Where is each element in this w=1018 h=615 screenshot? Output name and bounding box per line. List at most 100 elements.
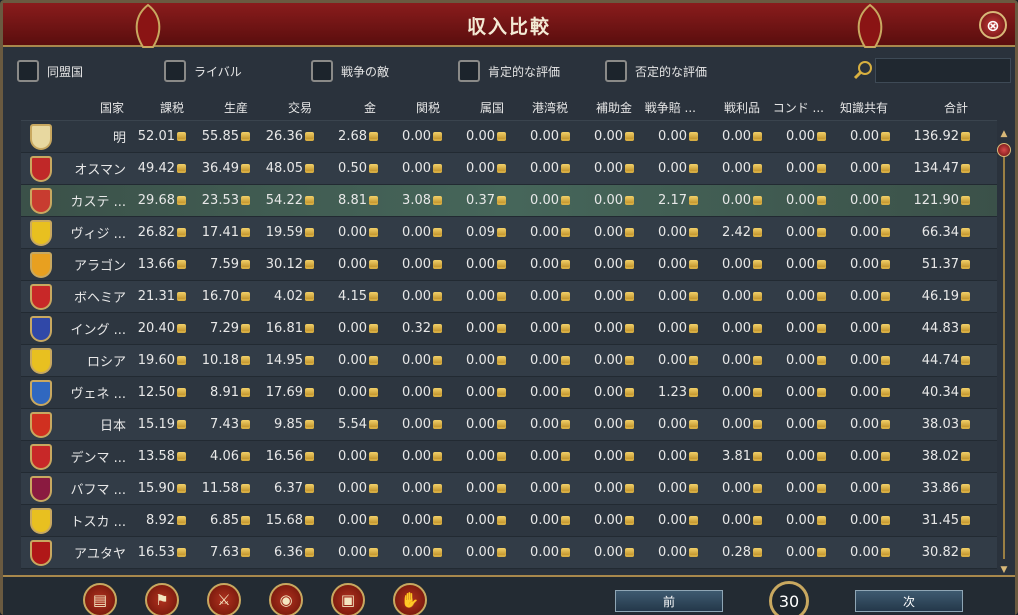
filter-negative-opinion[interactable]: 否定的な評価 [605,57,752,85]
filter-rivals[interactable]: ライバル [164,57,311,85]
income-value-cell: 0.00 [378,481,442,496]
scroll-down-icon[interactable]: ▼ [998,565,1010,575]
country-flag-icon[interactable] [30,283,52,310]
flag-cell [21,379,61,406]
table-row[interactable]: 日本 15.19 7.43 9.85 5.54 0.00 0.00 0.00 0.00 0.00 0… [21,409,997,441]
header-condottieri[interactable]: コンド ... [762,99,826,116]
income-value: 0.00 [658,289,687,304]
income-value-cell: 44.83 [890,321,970,336]
income-value-cell: 9.85 [250,417,314,432]
country-flag-icon[interactable] [30,315,52,342]
country-flag-icon[interactable] [30,379,52,406]
table-row[interactable]: イング ... 20.40 7.29 16.81 0.00 0.32 0.00 0.00 0.0… [21,313,997,345]
header-war-reparations[interactable]: 戦争賠 ... [634,99,698,116]
income-button[interactable]: ◉ [269,583,303,615]
income-value: 11.58 [201,481,239,496]
chest-button[interactable]: ▣ [331,583,365,615]
ducat-icon [177,196,186,205]
filter-label: 肯定的な評価 [488,64,561,79]
country-flag-icon[interactable] [30,443,52,470]
scroll-up-icon[interactable]: ▲ [998,129,1010,139]
negative-opinion-checkbox[interactable] [605,60,627,82]
table-row[interactable]: ヴェネ ... 12.50 8.91 17.69 0.00 0.00 0.00 0.00 0.0… [21,377,997,409]
table-row[interactable]: バフマ ... 15.90 11.58 6.37 0.00 0.00 0.00 0.00 0.0… [21,473,997,505]
income-value-cell: 49.42 [126,161,186,176]
search-input[interactable] [875,58,1011,83]
header-gold[interactable]: 金 [314,99,378,116]
filter-war-enemies[interactable]: 戦争の敵 [311,57,458,85]
war-enemies-checkbox[interactable] [311,60,333,82]
flag-cell [21,411,61,438]
table-row[interactable]: オスマン 49.42 36.49 48.05 0.50 0.00 0.00 0.00 0.00 0… [21,153,997,185]
income-value: 0.00 [594,161,623,176]
diplomacy-button[interactable]: ✋ [393,583,427,615]
income-value: 0.00 [658,161,687,176]
ducat-icon [753,132,762,141]
flag-icon: ⚑ [155,591,169,609]
scrollbar[interactable]: ▲ ▼ [997,129,1011,575]
rivals-checkbox[interactable] [164,60,186,82]
country-flag-icon[interactable] [30,187,52,214]
country-flag-icon[interactable] [30,539,52,566]
income-value-cell: 51.37 [890,257,970,272]
header-subsidies[interactable]: 補助金 [570,99,634,116]
ducat-icon [369,548,378,557]
country-flag-icon[interactable] [30,507,52,534]
table-row[interactable]: ロシア 19.60 10.18 14.95 0.00 0.00 0.00 0.00 0.00 0.… [21,345,997,377]
ducat-icon [177,228,186,237]
scroll-track[interactable] [1003,143,1005,559]
filter-positive-opinion[interactable]: 肯定的な評価 [458,57,605,85]
scroll-thumb[interactable] [997,143,1011,157]
country-flag-icon[interactable] [30,155,52,182]
country-flag-icon[interactable] [30,251,52,278]
allies-checkbox[interactable] [17,60,39,82]
income-value-cell: 0.00 [698,481,762,496]
table-row[interactable]: ヴィジ ... 26.82 17.41 19.59 0.00 0.00 0.09 0.00 0.… [21,217,997,249]
header-knowledge-sharing[interactable]: 知識共有 [826,99,890,116]
ducat-icon [625,516,634,525]
country-flag-icon[interactable] [30,219,52,246]
prev-button[interactable]: 前 [615,590,723,612]
header-country[interactable]: 国家 [21,99,126,116]
income-value: 19.59 [265,225,303,240]
income-value-cell: 0.32 [378,321,442,336]
header-loot[interactable]: 戦利品 [698,99,762,116]
country-flag-icon[interactable] [30,411,52,438]
table-row[interactable]: トスカ ... 8.92 6.85 15.68 0.00 0.00 0.00 0.00 0.00… [21,505,997,537]
table-row[interactable]: デンマ ... 13.58 4.06 16.56 0.00 0.00 0.00 0.00 0.0… [21,441,997,473]
income-value: 10.18 [201,353,239,368]
header-harbor-fees[interactable]: 港湾税 [506,99,570,116]
table-row[interactable]: アラゴン 13.66 7.59 30.12 0.00 0.00 0.00 0.00 0.00 0.… [21,249,997,281]
country-flag-icon[interactable] [30,347,52,374]
country-name: イング ... [70,323,126,338]
table-row[interactable]: アユタヤ 16.53 7.63 6.36 0.00 0.00 0.00 0.00 0.00 0.0… [21,537,997,569]
filter-allies[interactable]: 同盟国 [17,57,164,85]
header-tariffs[interactable]: 関税 [378,99,442,116]
ledger-button[interactable]: ▤ [83,583,117,615]
next-button[interactable]: 次 [855,590,963,612]
ducat-icon [817,516,826,525]
header-production[interactable]: 生産 [186,99,250,116]
country-flag-icon[interactable] [30,123,52,150]
military-button[interactable]: ⚔ [207,583,241,615]
table-row[interactable]: ボヘミア 21.31 16.70 4.02 4.15 0.00 0.00 0.00 0.00 0.… [21,281,997,313]
ducat-icon [561,356,570,365]
header-vassals[interactable]: 属国 [442,99,506,116]
header-trade[interactable]: 交易 [250,99,314,116]
income-value: 0.00 [594,353,623,368]
flag-button[interactable]: ⚑ [145,583,179,615]
income-value: 0.00 [722,353,751,368]
income-value: 0.00 [786,449,815,464]
ducat-icon [689,196,698,205]
filter-label: 戦争の敵 [341,64,390,79]
table-row[interactable]: カステ ... 29.68 23.53 54.22 8.81 3.08 0.37 0.00 0.… [21,185,997,217]
country-flag-icon[interactable] [30,475,52,502]
search-icon[interactable] [852,59,874,81]
header-tax[interactable]: 課税 [126,99,186,116]
table-row[interactable]: 明 52.01 55.85 26.36 2.68 0.00 0.00 0.00 0.00 0.00… [21,121,997,153]
income-value-cell: 0.00 [570,385,634,400]
header-total[interactable]: 合計 [890,99,970,116]
close-button[interactable]: ⊗ [979,11,1007,39]
positive-opinion-checkbox[interactable] [458,60,480,82]
income-value: 16.81 [265,321,303,336]
